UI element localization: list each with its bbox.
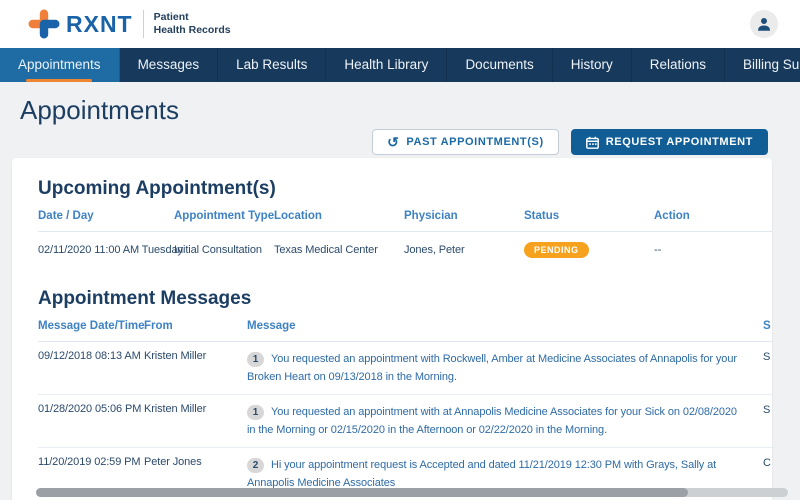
message-from: Kristen Miller xyxy=(144,403,247,439)
tab-billing-summary[interactable]: Billing Summary xyxy=(725,48,800,82)
tab-documents[interactable]: Documents xyxy=(447,48,552,82)
messages-heading: Appointment Messages xyxy=(38,288,772,310)
horizontal-scrollbar[interactable] xyxy=(36,488,788,497)
tab-health-library[interactable]: Health Library xyxy=(326,48,447,82)
message-row: 09/12/2018 08:13 AM Kristen Miller 1You … xyxy=(38,342,772,395)
col-message[interactable]: Message xyxy=(247,320,747,332)
status-cell: PENDING xyxy=(524,242,654,258)
page-title: Appointments xyxy=(0,82,800,126)
brand-tagline: Patient Health Records xyxy=(154,11,231,37)
col-date-day[interactable]: Date / Day xyxy=(38,210,174,222)
tab-history[interactable]: History xyxy=(553,48,632,82)
messages-header-row: Message Date/Time From Message S xyxy=(38,320,772,342)
brand-divider xyxy=(143,10,144,38)
appointment-physician: Jones, Peter xyxy=(404,244,524,256)
calendar-icon xyxy=(586,136,599,149)
message-text-cell: 2Hi your appointment request is Accepted… xyxy=(247,456,747,492)
message-row: 01/28/2020 05:06 PM Kristen Miller 1You … xyxy=(38,395,772,448)
app-header: RXNT Patient Health Records xyxy=(0,0,800,48)
messages-table: Message Date/Time From Message S 09/12/2… xyxy=(38,320,772,500)
user-avatar-icon xyxy=(755,15,773,33)
message-text-cell: 1You requested an appointment with at An… xyxy=(247,403,747,439)
col-status-clipped: S xyxy=(763,320,771,332)
appointment-date: 02/11/2020 11:00 AM Tuesday xyxy=(38,244,174,256)
appointment-location: Texas Medical Center xyxy=(274,244,404,256)
col-action[interactable]: Action xyxy=(654,210,744,222)
upcoming-row: 02/11/2020 11:00 AM Tuesday Initial Cons… xyxy=(38,232,772,268)
upcoming-heading: Upcoming Appointment(s) xyxy=(38,178,772,200)
col-message-datetime[interactable]: Message Date/Time xyxy=(38,320,144,332)
message-text: Hi your appointment request is Accepted … xyxy=(247,459,716,489)
tab-lab-results[interactable]: Lab Results xyxy=(218,48,326,82)
message-count-badge: 1 xyxy=(247,405,264,420)
message-status-clipped: C xyxy=(763,457,771,469)
message-datetime: 09/12/2018 08:13 AM xyxy=(38,350,144,386)
message-from: Peter Jones xyxy=(144,456,247,492)
appointment-type: Initial Consultation xyxy=(174,244,274,256)
horizontal-scrollbar-thumb[interactable] xyxy=(36,488,688,497)
col-physician[interactable]: Physician xyxy=(404,210,524,222)
message-count-badge: 2 xyxy=(247,458,264,473)
message-text: You requested an appointment with Rockwe… xyxy=(247,353,737,383)
message-datetime: 11/20/2019 02:59 PM xyxy=(38,456,144,492)
request-appointment-button[interactable]: REQUEST APPOINTMENT xyxy=(571,129,768,155)
request-appointment-label: REQUEST APPOINTMENT xyxy=(606,136,753,148)
upcoming-header-row: Date / Day Appointment Type Location Phy… xyxy=(38,210,772,232)
col-status[interactable]: Status xyxy=(524,210,654,222)
message-text-cell: 1You requested an appointment with Rockw… xyxy=(247,350,747,386)
past-appointments-label: PAST APPOINTMENT(S) xyxy=(406,136,543,148)
upcoming-table: Date / Day Appointment Type Location Phy… xyxy=(38,210,772,268)
message-datetime: 01/28/2020 05:06 PM xyxy=(38,403,144,439)
appointment-action: -- xyxy=(654,244,744,256)
brand-name: RXNT xyxy=(66,11,133,38)
main-nav: Appointments Messages Lab Results Health… xyxy=(0,48,800,82)
content-card: Upcoming Appointment(s) Date / Day Appoi… xyxy=(12,158,772,500)
message-from: Kristen Miller xyxy=(144,350,247,386)
tab-appointments[interactable]: Appointments xyxy=(0,48,120,82)
message-count-badge: 1 xyxy=(247,352,264,367)
messages-section: Appointment Messages Message Date/Time F… xyxy=(38,288,772,500)
tagline-line1: Patient xyxy=(154,11,231,24)
tab-relations[interactable]: Relations xyxy=(632,48,725,82)
history-icon: ↺ xyxy=(387,135,399,149)
rxnt-logo[interactable]: RXNT Patient Health Records xyxy=(28,9,231,39)
col-from[interactable]: From xyxy=(144,320,247,332)
message-status-clipped: S xyxy=(763,351,770,363)
past-appointments-button[interactable]: ↺ PAST APPOINTMENT(S) xyxy=(372,129,559,155)
col-appointment-type[interactable]: Appointment Type xyxy=(174,210,274,222)
status-badge: PENDING xyxy=(524,242,589,258)
message-status-clipped: S xyxy=(763,404,770,416)
tagline-line2: Health Records xyxy=(154,24,231,37)
page-actions: ↺ PAST APPOINTMENT(S) REQUEST APPOINTMEN… xyxy=(372,129,768,155)
user-menu-button[interactable] xyxy=(750,10,778,38)
rxnt-cross-icon xyxy=(28,9,60,39)
tab-messages[interactable]: Messages xyxy=(120,48,219,82)
message-text: You requested an appointment with at Ann… xyxy=(247,406,737,436)
col-location[interactable]: Location xyxy=(274,210,404,222)
